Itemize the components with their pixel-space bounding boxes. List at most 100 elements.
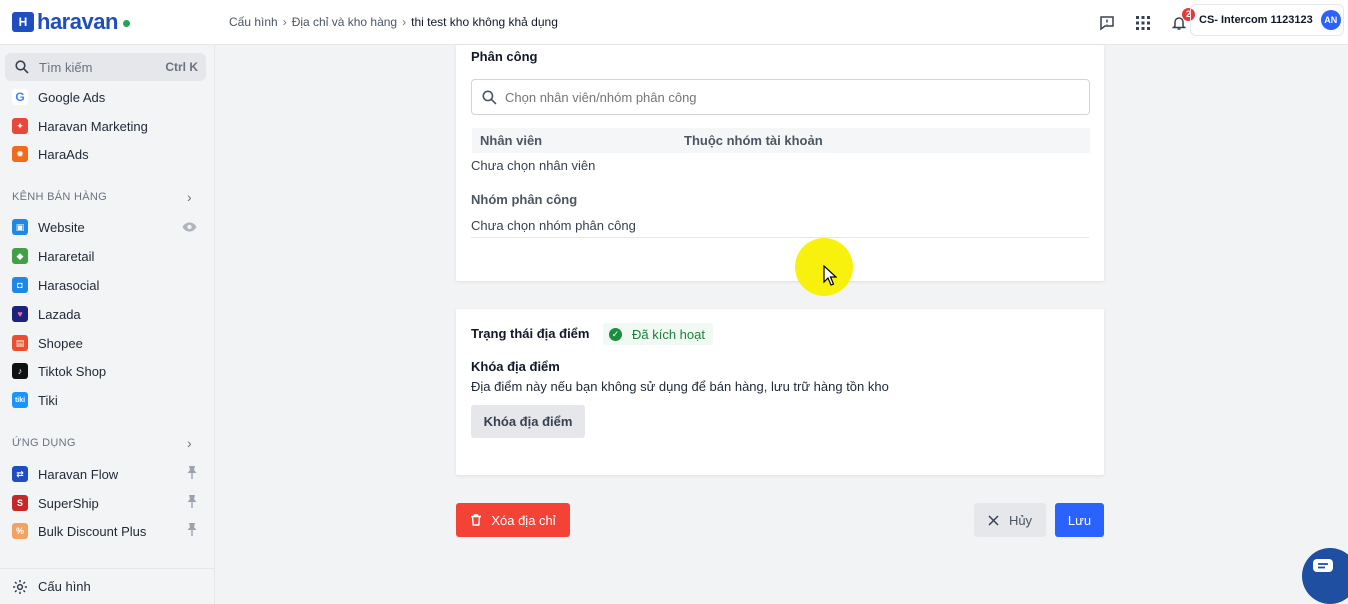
save-button[interactable]: Lưu	[1055, 503, 1104, 537]
assignment-group-title: Nhóm phân công	[471, 192, 578, 207]
eye-icon[interactable]	[182, 220, 197, 235]
lazada-icon: ♥	[12, 306, 28, 322]
sidebar-item-label: Website	[38, 219, 85, 235]
apps-grid-icon[interactable]	[1132, 12, 1154, 34]
breadcrumb: Cấu hình › Địa chỉ và kho hàng › thi tes…	[229, 15, 558, 29]
section-apps[interactable]: ỨNG DỤNG ›	[12, 435, 192, 451]
sidebar-item-haraads[interactable]: ✹ HaraAds	[12, 143, 197, 165]
sidebar-item-google-ads[interactable]: G Google Ads	[12, 86, 197, 108]
sidebar-item-label: Google Ads	[38, 89, 106, 105]
supership-icon: S	[12, 495, 28, 511]
gear-icon	[13, 579, 27, 594]
tiktok-icon: ♪	[12, 363, 28, 379]
trash-icon	[471, 514, 482, 526]
logo-text: haravan	[37, 9, 118, 34]
header-icons: 2	[1082, 0, 1195, 45]
shopee-icon: ▤	[12, 335, 28, 351]
column-header-staff: Nhân viên	[480, 133, 543, 148]
lock-location-description: Địa điểm này nếu bạn không sử dụng để bá…	[471, 379, 889, 394]
account-menu[interactable]: CS- Intercom 1123123 AN	[1190, 4, 1344, 36]
location-status-card: Trạng thái địa điểm ✓ Đã kích hoạt Khóa …	[456, 309, 1104, 475]
section-sales-channels[interactable]: KÊNH BÁN HÀNG ›	[12, 189, 192, 205]
staff-table-header: Nhân viên Thuộc nhóm tài khoản	[472, 128, 1090, 153]
cancel-label: Hủy	[1008, 512, 1033, 528]
sidebar-item-shopee[interactable]: ▤ Shopee	[12, 332, 197, 354]
empty-group-text: Chưa chọn nhóm phân công	[471, 218, 636, 233]
haravan-marketing-icon: ✦	[12, 118, 28, 134]
sidebar-item-hararetail[interactable]: ◆ Hararetail	[12, 245, 197, 267]
bell-icon[interactable]: 2	[1168, 7, 1195, 34]
assignment-title: Phân công	[471, 49, 538, 64]
bulk-discount-icon: %	[12, 523, 28, 539]
mouse-cursor-icon	[823, 265, 837, 286]
sidebar-item-label: Haravan Flow	[38, 466, 119, 482]
chevron-right-icon: ›	[282, 15, 287, 29]
sidebar-item-haravan-flow[interactable]: ⇄ Haravan Flow	[12, 463, 197, 485]
location-status-label: Trạng thái địa điểm	[471, 326, 590, 341]
google-icon: G	[12, 89, 28, 105]
delete-address-button[interactable]: Xóa địa chỉ	[456, 503, 570, 537]
sidebar-item-supership[interactable]: S SuperShip	[12, 492, 197, 514]
avatar: AN	[1320, 10, 1341, 30]
search-icon	[482, 89, 497, 104]
chat-bubble-icon	[1313, 559, 1333, 572]
sidebar-item-bulk-discount-plus[interactable]: % Bulk Discount Plus	[12, 520, 197, 542]
haraads-icon: ✹	[12, 146, 28, 162]
chevron-right-icon: ›	[187, 189, 192, 205]
sidebar-item-settings[interactable]: Cấu hình	[0, 568, 214, 604]
sidebar-item-label: Harasocial	[38, 277, 100, 293]
online-status-dot	[122, 19, 130, 27]
check-circle-icon: ✓	[609, 327, 622, 341]
sidebar-item-label: Bulk Discount Plus	[38, 523, 147, 539]
delete-address-label: Xóa địa chỉ	[491, 512, 556, 528]
haravan-flow-icon: ⇄	[12, 466, 28, 482]
sidebar-item-haravan-marketing[interactable]: ✦ Haravan Marketing	[12, 115, 197, 137]
sidebar-item-label: Hararetail	[38, 248, 95, 264]
divider	[471, 237, 1089, 238]
sidebar-item-label: Haravan Marketing	[38, 118, 148, 134]
lock-location-button[interactable]: Khóa địa điểm	[471, 405, 585, 438]
breadcrumb-item-current: thi test kho không khả dụng	[411, 15, 558, 29]
sidebar-item-label: SuperShip	[38, 495, 99, 511]
chat-feedback-icon[interactable]	[1096, 12, 1118, 34]
empty-staff-text: Chưa chọn nhân viên	[471, 158, 596, 173]
sidebar-search[interactable]: Tìm kiếm Ctrl K	[5, 53, 206, 81]
search-placeholder: Tìm kiếm	[39, 59, 93, 75]
search-icon	[15, 60, 29, 74]
sidebar-item-harasocial[interactable]: ◘ Harasocial	[12, 274, 197, 296]
top-bar: H haravan Cấu hình › Địa chỉ và kho hàng…	[0, 0, 1348, 45]
close-icon	[988, 514, 999, 526]
cancel-button[interactable]: Hủy	[974, 503, 1046, 537]
sidebar-item-label: Tiktok Shop	[38, 363, 107, 379]
chevron-right-icon: ›	[402, 15, 407, 29]
sidebar-item-tiki[interactable]: tiki Tiki	[12, 389, 197, 411]
search-shortcut: Ctrl K	[165, 60, 198, 74]
sidebar: Tìm kiếm Ctrl K G Google Ads ✦ Haravan M…	[0, 45, 215, 604]
status-badge: ✓ Đã kích hoạt	[603, 323, 713, 345]
sidebar-item-label: Lazada	[38, 306, 81, 322]
assignment-search-field[interactable]	[471, 79, 1090, 115]
website-icon: ▣	[12, 219, 28, 235]
assignment-search-input[interactable]	[505, 89, 1065, 105]
account-name: CS- Intercom 1123123	[1199, 14, 1313, 26]
pin-icon[interactable]	[187, 495, 197, 511]
breadcrumb-item-config[interactable]: Cấu hình	[229, 15, 278, 29]
harasocial-icon: ◘	[12, 277, 28, 293]
sidebar-item-label: Shopee	[38, 335, 83, 351]
sidebar-item-label: Tiki	[38, 392, 58, 408]
sidebar-item-label: Cấu hình	[38, 579, 91, 594]
status-badge-text: Đã kích hoạt	[632, 326, 705, 342]
chat-support-button[interactable]	[1302, 548, 1348, 604]
haravan-logo[interactable]: H haravan	[0, 0, 215, 45]
assignment-card: Phân công Nhân viên Thuộc nhóm tài khoản…	[456, 45, 1104, 281]
pin-icon[interactable]	[187, 523, 197, 539]
section-label: ỨNG DỤNG	[12, 437, 76, 449]
haravan-logo-icon: H	[12, 12, 34, 32]
sidebar-item-website[interactable]: ▣ Website	[12, 216, 197, 238]
chevron-right-icon: ›	[187, 435, 192, 451]
column-header-account-group: Thuộc nhóm tài khoản	[684, 133, 823, 148]
sidebar-item-lazada[interactable]: ♥ Lazada	[12, 303, 197, 325]
breadcrumb-item-addresses[interactable]: Địa chỉ và kho hàng	[292, 15, 397, 29]
pin-icon[interactable]	[187, 466, 197, 482]
sidebar-item-tiktok-shop[interactable]: ♪ Tiktok Shop	[12, 360, 197, 382]
